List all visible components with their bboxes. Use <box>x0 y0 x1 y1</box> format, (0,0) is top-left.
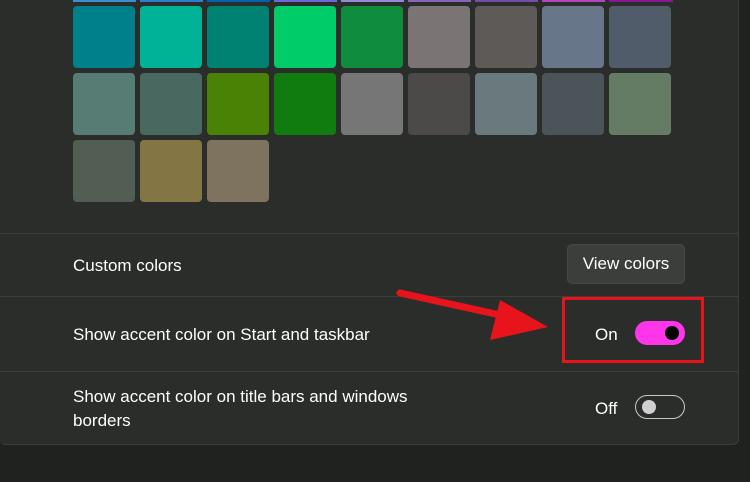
annotation-arrow-icon <box>396 289 548 340</box>
